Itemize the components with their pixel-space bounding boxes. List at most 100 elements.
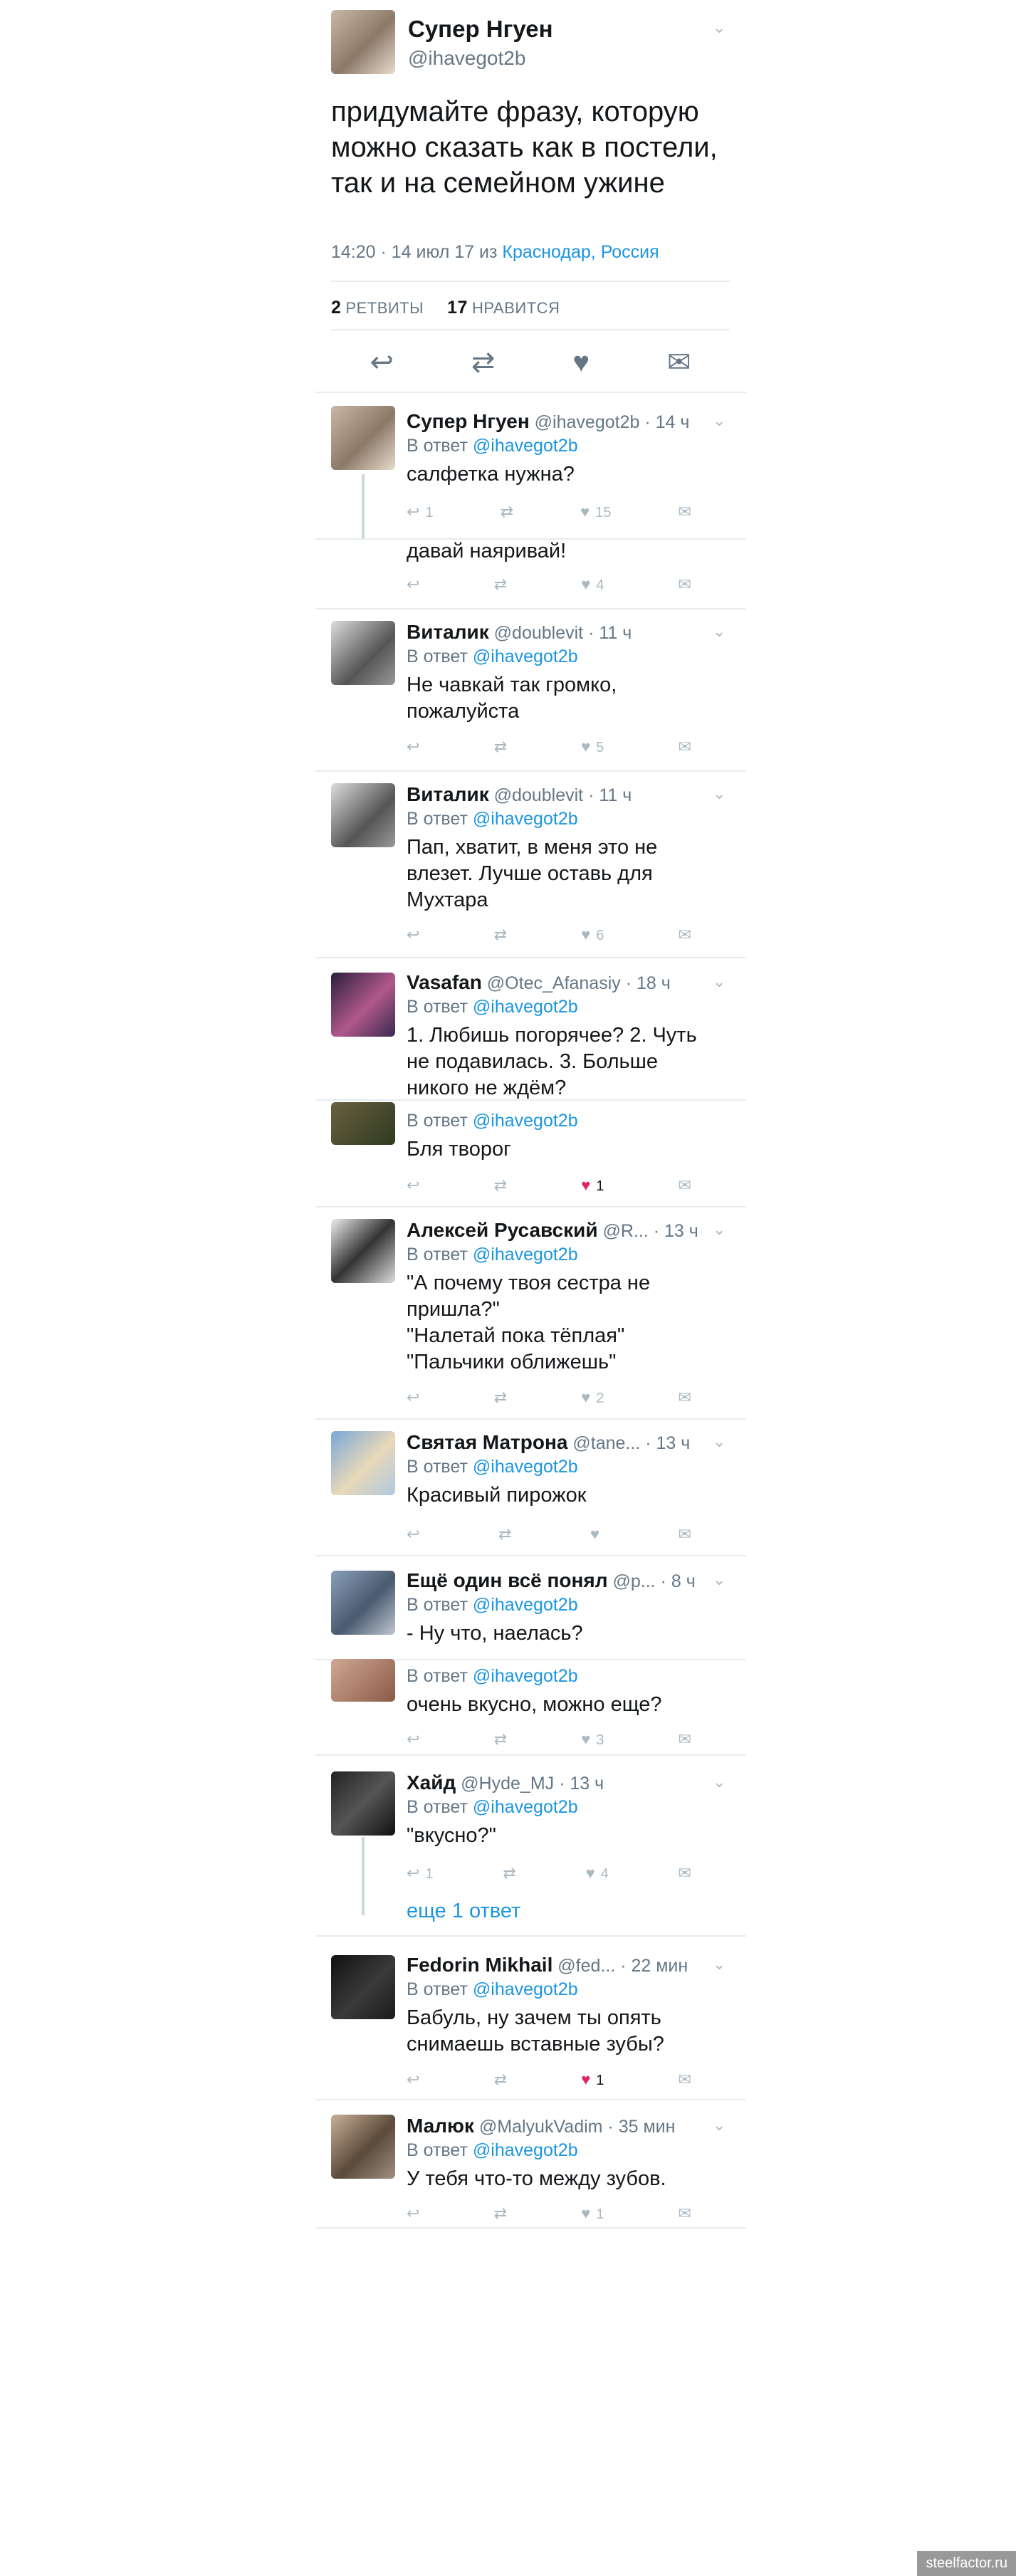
avatar[interactable]: [331, 1955, 395, 2019]
reply-icon[interactable]: ↩: [407, 2070, 419, 2089]
heart-icon[interactable]: ♥ 5: [581, 738, 604, 756]
chevron-down-icon[interactable]: ⌄: [713, 1433, 726, 1451]
heart-icon[interactable]: ♥ 2: [581, 1388, 604, 1407]
author-name[interactable]: Супер Нгуен: [408, 16, 553, 43]
retweet-icon[interactable]: ⇄: [494, 1730, 507, 1749]
retweet-icon[interactable]: ⇄: [501, 503, 513, 521]
envelope-icon[interactable]: ✉: [679, 1730, 691, 1749]
author-name[interactable]: Малюк: [407, 2115, 474, 2137]
in-reply-handle[interactable]: @ihavegot2b: [473, 1457, 578, 1477]
reply-tweet[interactable]: Виталик @doublevit · 11 ч ⌄ В ответ @ihave…: [315, 608, 746, 770]
retweets-count[interactable]: 2: [331, 298, 341, 318]
in-reply-handle[interactable]: @ihavegot2b: [473, 1245, 578, 1265]
author-handle-time[interactable]: @ihavegot2b · 14 ч: [530, 412, 690, 432]
envelope-icon[interactable]: ✉: [679, 926, 691, 944]
chevron-down-icon[interactable]: ⌄: [713, 2116, 726, 2135]
avatar[interactable]: [331, 1659, 395, 1702]
reply-header[interactable]: Ещё один всё понял @p... · 8 ч: [407, 1569, 696, 1592]
reply-tweet[interactable]: давай наяривай! ↩ ⇄ ♥ 4 ✉: [315, 538, 746, 608]
envelope-icon[interactable]: ✉: [679, 1176, 691, 1195]
reply-icon[interactable]: ↩: [407, 575, 419, 594]
chevron-down-icon[interactable]: ⌄: [713, 785, 726, 803]
reply-icon[interactable]: ↩: [407, 738, 419, 756]
author-handle[interactable]: @ihavegot2b: [408, 47, 525, 70]
in-reply-handle[interactable]: @ihavegot2b: [473, 1595, 578, 1615]
heart-icon[interactable]: ♥: [572, 347, 590, 379]
in-reply-handle[interactable]: @ihavegot2b: [473, 436, 578, 456]
reply-tweet[interactable]: В ответ @ihavegot2b Бля творог ↩ ⇄ ♥ 1 ✉: [315, 1102, 746, 1206]
author-name[interactable]: Fedorin Mikhail: [407, 1954, 552, 1976]
reply-tweet[interactable]: Супер Нгуен @ihavegot2b · 14 ч ⌄ В ответ @…: [315, 396, 746, 538]
reply-tweet[interactable]: Малюк @MalyukVadim · 35 мин ⌄ В ответ @iha…: [315, 2102, 746, 2227]
envelope-icon[interactable]: ✉: [679, 2204, 691, 2223]
chevron-down-icon[interactable]: ⌄: [713, 19, 726, 37]
avatar[interactable]: [331, 10, 395, 74]
avatar[interactable]: [331, 783, 395, 847]
reply-icon[interactable]: ↩: [407, 2204, 419, 2223]
envelope-icon[interactable]: ✉: [679, 738, 691, 756]
heart-icon[interactable]: ♥ 4: [581, 575, 604, 594]
reply-tweet[interactable]: Fedorin Mikhail @fed... · 22 мин ⌄ В ответ…: [315, 1938, 746, 2099]
in-reply-handle[interactable]: @ihavegot2b: [473, 1111, 578, 1131]
envelope-icon[interactable]: ✉: [679, 2070, 691, 2089]
reply-icon[interactable]: ↩: [407, 1730, 419, 1749]
chevron-down-icon[interactable]: ⌄: [713, 973, 726, 991]
chevron-down-icon[interactable]: ⌄: [713, 622, 726, 641]
retweet-icon[interactable]: ⇄: [471, 346, 496, 379]
author-name[interactable]: Vasafan: [407, 971, 482, 993]
avatar[interactable]: [331, 2115, 395, 2179]
avatar[interactable]: [331, 1771, 395, 1836]
heart-icon[interactable]: ♥ 1: [581, 2204, 604, 2223]
heart-icon[interactable]: ♥ 6: [581, 926, 604, 944]
avatar[interactable]: [331, 1102, 395, 1145]
envelope-icon[interactable]: ✉: [679, 1525, 691, 1544]
heart-icon[interactable]: ♥ 1: [581, 1176, 604, 1195]
author-handle-time[interactable]: @Otec_Afanasiy · 18 ч: [482, 973, 671, 993]
in-reply-handle[interactable]: @ihavegot2b: [473, 809, 578, 829]
avatar[interactable]: [331, 1219, 395, 1283]
author-name[interactable]: Виталик: [407, 621, 489, 643]
heart-icon[interactable]: ♥ 4: [586, 1864, 609, 1883]
reply-header[interactable]: Виталик @doublevit · 11 ч: [407, 783, 632, 806]
avatar[interactable]: [331, 1571, 395, 1635]
avatar[interactable]: [331, 621, 395, 685]
reply-header[interactable]: Святая Матрона @tane... · 13 ч: [407, 1431, 690, 1454]
author-name[interactable]: Алексей Русавский: [407, 1219, 598, 1241]
retweet-icon[interactable]: ⇄: [498, 1525, 511, 1544]
likes-count[interactable]: 17: [447, 298, 468, 318]
reply-icon[interactable]: ↩: [407, 926, 419, 944]
more-replies-link[interactable]: еще 1 ответ: [407, 1900, 520, 1923]
reply-tweet[interactable]: Ещё один всё понял @p... · 8 ч ⌄ В ответ @…: [315, 1555, 746, 1659]
chevron-down-icon[interactable]: ⌄: [713, 1220, 726, 1239]
chevron-down-icon[interactable]: ⌄: [713, 1955, 726, 1974]
reply-header[interactable]: Супер Нгуен @ihavegot2b · 14 ч: [407, 410, 689, 433]
author-name[interactable]: Супер Нгуен: [407, 410, 530, 432]
author-handle-time[interactable]: @MalyukVadim · 35 мин: [474, 2117, 676, 2137]
in-reply-handle[interactable]: @ihavegot2b: [473, 646, 578, 666]
reply-icon[interactable]: ↩: [407, 1388, 419, 1407]
reply-header[interactable]: Малюк @MalyukVadim · 35 мин: [407, 2115, 675, 2137]
retweet-icon[interactable]: ⇄: [503, 1864, 515, 1883]
retweet-icon[interactable]: ⇄: [494, 1388, 507, 1407]
heart-icon[interactable]: ♥ 1: [581, 2070, 604, 2089]
retweet-icon[interactable]: ⇄: [494, 575, 507, 594]
author-handle-time[interactable]: @Hyde_MJ · 13 ч: [456, 1774, 604, 1794]
chevron-down-icon[interactable]: ⌄: [713, 412, 726, 430]
chevron-down-icon[interactable]: ⌄: [713, 1571, 726, 1589]
retweet-icon[interactable]: ⇄: [494, 2070, 507, 2089]
reply-tweet[interactable]: Хайд @Hyde_MJ · 13 ч ⌄ В ответ @ihavegot2b…: [315, 1759, 746, 1935]
author-handle-time[interactable]: @p... · 8 ч: [608, 1571, 696, 1591]
in-reply-handle[interactable]: @ihavegot2b: [473, 1979, 578, 1999]
retweet-icon[interactable]: ⇄: [494, 738, 507, 756]
author-name[interactable]: Виталик: [407, 783, 489, 805]
envelope-icon[interactable]: ✉: [679, 503, 691, 521]
author-handle-time[interactable]: @doublevit · 11 ч: [489, 623, 632, 643]
envelope-icon[interactable]: ✉: [679, 575, 691, 594]
reply-icon[interactable]: ↩: [407, 1525, 419, 1544]
in-reply-handle[interactable]: @ihavegot2b: [473, 997, 578, 1017]
heart-icon[interactable]: ♥ 3: [581, 1730, 604, 1749]
chevron-down-icon[interactable]: ⌄: [713, 1773, 726, 1791]
reply-tweet[interactable]: Алексей Русавский @R... · 13 ч ⌄ В ответ @…: [315, 1206, 746, 1418]
envelope-icon[interactable]: ✉: [679, 1388, 691, 1407]
envelope-icon[interactable]: ✉: [679, 1864, 691, 1883]
